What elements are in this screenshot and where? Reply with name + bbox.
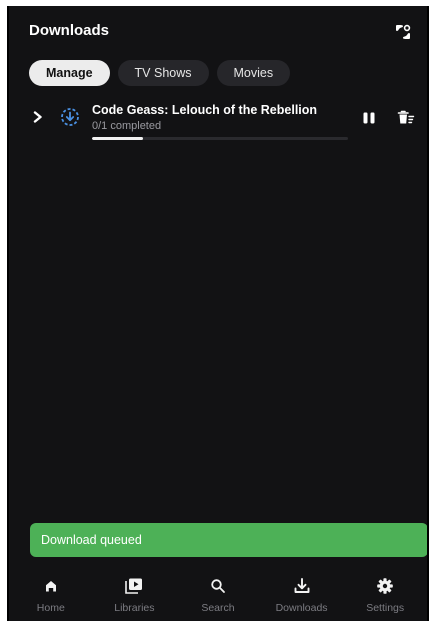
- download-progress-bar: [92, 137, 348, 140]
- sync-button[interactable]: [391, 20, 415, 44]
- tab-movies[interactable]: Movies: [216, 60, 291, 86]
- nav-home-label: Home: [36, 602, 65, 614]
- filter-tabs: Manage TV Shows Movies: [29, 60, 291, 86]
- nav-search[interactable]: Search: [176, 571, 260, 621]
- libraries-icon: [123, 575, 145, 597]
- delete-sweep-icon: [397, 110, 415, 124]
- nav-home[interactable]: Home: [9, 571, 93, 621]
- search-icon: [207, 575, 229, 597]
- download-progress-fill: [92, 137, 144, 140]
- download-item[interactable]: Code Geass: Lelouch of the Rebellion 0/1…: [9, 98, 427, 144]
- tab-manage[interactable]: Manage: [29, 60, 110, 86]
- expand-button[interactable]: [31, 108, 45, 126]
- app-header: Downloads: [9, 6, 427, 56]
- downloads-icon: [291, 575, 313, 597]
- pause-icon: [363, 112, 375, 124]
- downloads-screen: Downloads Manage TV Shows Movies Code Ge…: [7, 6, 429, 621]
- nav-search-label: Search: [201, 602, 235, 614]
- download-queued-icon: [61, 108, 79, 126]
- bottom-nav: Home Libraries Search Downloads Settings: [9, 571, 427, 621]
- pause-button[interactable]: [361, 110, 377, 126]
- nav-downloads[interactable]: Downloads: [260, 571, 344, 621]
- sync-icon: [396, 24, 411, 39]
- settings-icon: [374, 575, 396, 597]
- snackbar: Download queued: [30, 523, 427, 557]
- delete-button[interactable]: [397, 110, 415, 126]
- download-title: Code Geass: Lelouch of the Rebellion: [92, 103, 318, 117]
- tab-tv-shows[interactable]: TV Shows: [117, 60, 209, 86]
- nav-libraries[interactable]: Libraries: [93, 571, 177, 621]
- nav-libraries-label: Libraries: [114, 602, 155, 614]
- chevron-right-icon: [33, 111, 42, 123]
- nav-downloads-label: Downloads: [275, 602, 328, 614]
- page-title: Downloads: [29, 22, 110, 39]
- nav-settings-label: Settings: [366, 602, 405, 614]
- home-icon: [40, 575, 62, 597]
- download-status: 0/1 completed: [92, 120, 162, 132]
- nav-settings[interactable]: Settings: [343, 571, 427, 621]
